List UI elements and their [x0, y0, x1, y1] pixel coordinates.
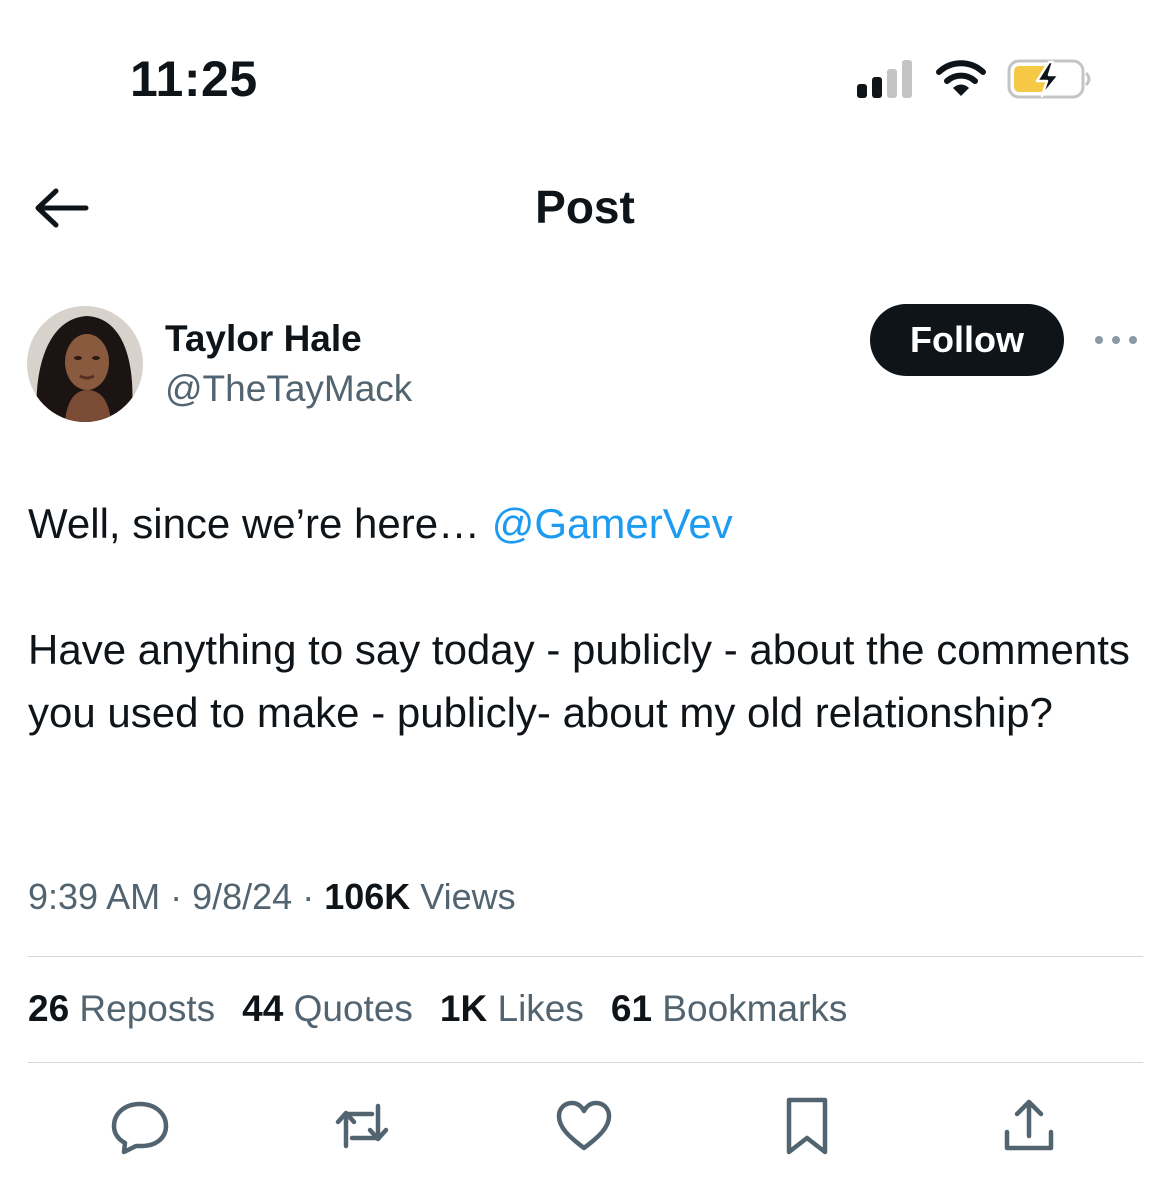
- author-name[interactable]: Taylor Hale: [165, 318, 362, 360]
- quotes-stat[interactable]: 44 Quotes: [242, 988, 413, 1030]
- tweet-meta: 9:39 AM · 9/8/24 · 106K Views: [28, 876, 516, 918]
- reply-button[interactable]: [108, 1094, 172, 1158]
- divider: [28, 1062, 1143, 1063]
- reposts-stat[interactable]: 26 Reposts: [28, 988, 215, 1030]
- tweet-date: 9/8/24: [192, 876, 293, 917]
- like-icon: [556, 1100, 612, 1151]
- bookmarks-count: 61: [610, 988, 653, 1029]
- more-button[interactable]: [1093, 326, 1139, 354]
- views-count: 106K: [324, 876, 411, 917]
- avatar[interactable]: [27, 306, 143, 422]
- reposts-label: Reposts: [69, 988, 216, 1029]
- bookmarks-label: Bookmarks: [652, 988, 848, 1029]
- meta-separator: ·: [160, 876, 193, 917]
- share-button[interactable]: [997, 1094, 1061, 1158]
- likes-stat[interactable]: 1K Likes: [440, 988, 584, 1030]
- engagement-stats: 26 Reposts 44 Quotes 1K Likes 61 Bookmar…: [28, 988, 874, 1030]
- quotes-count: 44: [242, 988, 284, 1029]
- tweet-line-1: Well, since we’re here… @GamerVev: [28, 492, 1138, 555]
- repost-icon: [335, 1103, 389, 1149]
- more-horizontal-icon: [1095, 336, 1137, 344]
- like-button[interactable]: [552, 1094, 616, 1158]
- tweet-time: 9:39 AM: [28, 876, 161, 917]
- likes-count: 1K: [439, 988, 488, 1029]
- tweet-paragraph-2: Have anything to say today - publicly - …: [28, 626, 1130, 736]
- author-handle[interactable]: @TheTayMack: [165, 368, 412, 410]
- cellular-signal-icon: [857, 60, 912, 98]
- divider: [28, 956, 1143, 957]
- tweet-intro-text: Well, since we’re here…: [28, 500, 492, 547]
- bookmark-icon: [786, 1097, 828, 1155]
- status-bar-time: 11:25: [130, 51, 258, 107]
- reply-icon: [111, 1101, 169, 1155]
- battery-charging-icon: [1007, 59, 1091, 99]
- repost-button[interactable]: [330, 1094, 394, 1158]
- meta-separator: ·: [292, 876, 325, 917]
- follow-button[interactable]: Follow: [870, 304, 1064, 376]
- tweet-text: Well, since we’re here… @GamerVev Have a…: [28, 492, 1138, 744]
- mention-link[interactable]: @GamerVev: [492, 500, 733, 547]
- views-label: Views: [410, 876, 516, 917]
- quotes-label: Quotes: [283, 988, 413, 1029]
- wifi-icon: [936, 60, 986, 96]
- page-title: Post: [535, 181, 635, 233]
- bookmark-button[interactable]: [775, 1094, 839, 1158]
- reposts-count: 26: [28, 988, 70, 1029]
- bookmarks-stat[interactable]: 61 Bookmarks: [611, 988, 848, 1030]
- likes-label: Likes: [487, 988, 584, 1029]
- share-icon: [1004, 1099, 1054, 1151]
